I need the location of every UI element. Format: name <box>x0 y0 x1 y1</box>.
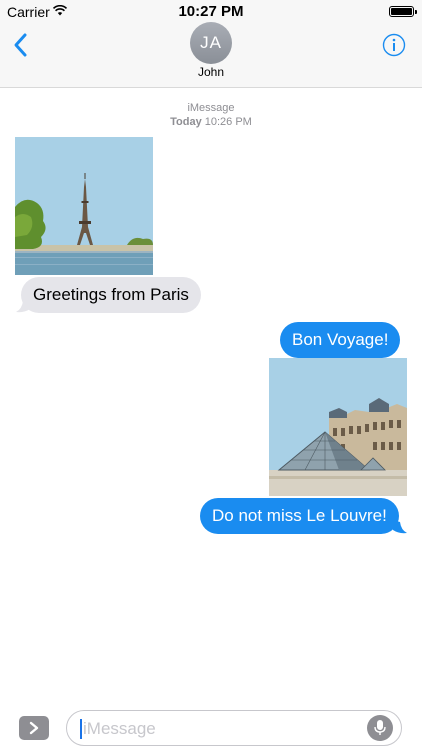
message-input-placeholder: iMessage <box>83 719 156 738</box>
dictation-button[interactable] <box>367 715 393 741</box>
status-time: 10:27 PM <box>178 3 244 20</box>
battery-icon <box>389 6 417 17</box>
back-chevron-icon[interactable] <box>10 30 32 60</box>
avatar-initials: JA <box>200 33 222 52</box>
text-caret <box>80 719 82 739</box>
app-drawer-button[interactable] <box>19 716 49 740</box>
eiffel-tower-sticker[interactable] <box>15 137 153 275</box>
microphone-icon <box>374 720 386 735</box>
message-service-label: iMessage <box>187 102 235 114</box>
outgoing-message-bubble[interactable]: Bon Voyage! <box>280 322 401 358</box>
message-composer: iMessage <box>0 700 422 750</box>
message-input[interactable]: iMessage <box>66 710 402 746</box>
bubble-tail <box>393 520 407 534</box>
status-bar: Carrier 10:27 PM <box>0 0 422 22</box>
contact-name[interactable]: John <box>0 65 422 79</box>
timestamp-day: Today <box>170 116 202 128</box>
incoming-message-bubble[interactable]: Greetings from Paris <box>21 277 201 313</box>
info-icon[interactable] <box>382 33 406 57</box>
chevron-right-icon <box>29 721 39 735</box>
message-timestamp: Today 10:26 PM <box>0 116 422 128</box>
timestamp-time: 10:26 PM <box>204 116 252 128</box>
outgoing-message-bubble[interactable]: Do not miss Le Louvre! <box>200 498 399 534</box>
contact-avatar[interactable]: JA <box>190 22 232 64</box>
louvre-pyramid-sticker[interactable] <box>269 358 407 496</box>
